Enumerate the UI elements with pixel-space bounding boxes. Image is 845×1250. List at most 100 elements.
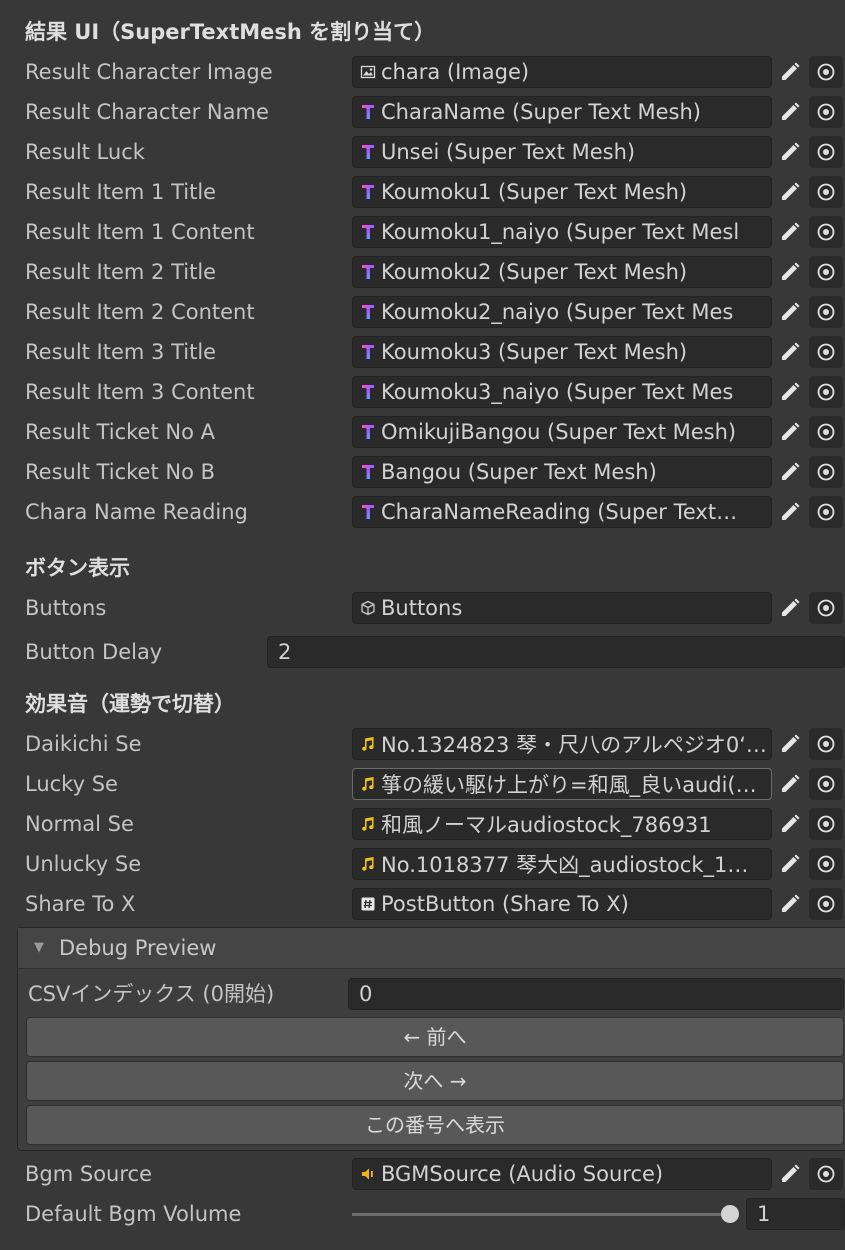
result-field-label: Result Luck (25, 140, 145, 164)
object-picker-icon[interactable] (809, 416, 843, 448)
result-field-object-field[interactable]: OmikujiBangou (Super Text Mesh) (352, 416, 772, 448)
result-field-object-name: OmikujiBangou (Super Text Mesh) (381, 420, 737, 444)
object-picker-icon[interactable] (809, 296, 843, 328)
object-picker-icon[interactable] (809, 768, 843, 800)
result-field-object-field[interactable]: chara (Image) (352, 56, 772, 88)
result-field-object-field[interactable]: Koumoku1_naiyo (Super Text Mesl (352, 216, 772, 248)
edit-icon[interactable] (774, 416, 806, 448)
result-field-object-field[interactable]: CharaNameReading (Super Text… (352, 496, 772, 528)
gameobject-icon (357, 593, 379, 623)
volume-slider-handle[interactable] (721, 1205, 739, 1223)
se-field-label: Normal Se (25, 812, 134, 836)
result-field-object-field[interactable]: Koumoku1 (Super Text Mesh) (352, 176, 772, 208)
audio-clip-icon (357, 769, 379, 799)
edit-icon[interactable] (774, 176, 806, 208)
buttons-object-field[interactable]: Buttons (352, 592, 772, 624)
edit-icon[interactable] (774, 96, 806, 128)
prev-button[interactable]: ← 前へ (26, 1017, 844, 1057)
super-text-mesh-icon (357, 177, 379, 207)
debug-preview-foldout[interactable]: ▼ Debug Preview (18, 928, 845, 969)
edit-icon[interactable] (774, 376, 806, 408)
result-field-object-field[interactable]: Bangou (Super Text Mesh) (352, 456, 772, 488)
edit-icon[interactable] (774, 256, 806, 288)
result-field-label: Result Item 1 Title (25, 180, 217, 204)
edit-icon[interactable] (774, 728, 806, 760)
edit-icon[interactable] (774, 848, 806, 880)
se-field-object-field[interactable]: 和風ノーマルaudiostock_786931 (352, 808, 772, 840)
next-button[interactable]: 次へ → (26, 1061, 844, 1101)
object-picker-icon[interactable] (809, 496, 843, 528)
object-picker-icon[interactable] (809, 592, 843, 624)
show-number-button[interactable]: この番号へ表示 (26, 1105, 844, 1145)
object-picker-icon[interactable] (809, 96, 843, 128)
object-picker-icon[interactable] (809, 848, 843, 880)
se-field-object-name: PostButton (Share To X) (381, 892, 629, 916)
audio-clip-icon (357, 809, 379, 839)
volume-slider-track[interactable] (352, 1213, 730, 1216)
object-picker-icon[interactable] (809, 728, 843, 760)
object-picker-icon[interactable] (809, 256, 843, 288)
object-picker-icon[interactable] (809, 808, 843, 840)
csv-index-input[interactable]: 0 (348, 978, 844, 1010)
volume-value-input[interactable]: 1 (746, 1198, 845, 1230)
se-field-object-name: 和風ノーマルaudiostock_786931 (381, 813, 712, 837)
result-field-object-field[interactable]: Koumoku2 (Super Text Mesh) (352, 256, 772, 288)
result-field-object-name: Koumoku1_naiyo (Super Text Mesl (381, 220, 740, 244)
result-field-row: Result Ticket No A OmikujiBangou (Super T… (0, 412, 845, 452)
result-field-label: Result Item 2 Title (25, 260, 217, 284)
super-text-mesh-icon (357, 97, 379, 127)
result-field-row: Result Item 2 Content Koumoku2_naiyo (Sup… (0, 292, 845, 332)
button-delay-input[interactable]: 2 (267, 636, 845, 668)
object-picker-icon[interactable] (809, 376, 843, 408)
result-field-object-field[interactable]: Koumoku2_naiyo (Super Text Mes (352, 296, 772, 328)
edit-icon[interactable] (774, 296, 806, 328)
result-field-row: Result Item 2 Title Koumoku2 (Super Text … (0, 252, 845, 292)
se-field-label: Unlucky Se (25, 852, 142, 876)
edit-icon[interactable] (774, 888, 806, 920)
se-field-object-field[interactable]: No.1018377 琴大凶_audiostock_1… (352, 848, 772, 880)
bgm-source-name: BGMSource (Audio Source) (381, 1162, 664, 1186)
debug-preview-title: Debug Preview (59, 936, 217, 960)
object-picker-icon[interactable] (809, 888, 843, 920)
super-text-mesh-icon (357, 137, 379, 167)
edit-icon[interactable] (774, 496, 806, 528)
object-picker-icon[interactable] (809, 136, 843, 168)
object-picker-icon[interactable] (809, 216, 843, 248)
script-icon (357, 889, 379, 919)
super-text-mesh-icon (357, 337, 379, 367)
edit-icon[interactable] (774, 1158, 806, 1190)
se-field-object-field[interactable]: 箏の緩い駆け上がり=和風_良いaudi(… (352, 768, 772, 800)
object-picker-icon[interactable] (809, 1158, 843, 1190)
image-icon (357, 57, 379, 87)
edit-icon[interactable] (774, 56, 806, 88)
result-field-object-field[interactable]: Koumoku3 (Super Text Mesh) (352, 336, 772, 368)
super-text-mesh-icon (357, 457, 379, 487)
bgm-source-label: Bgm Source (25, 1162, 152, 1186)
edit-icon[interactable] (774, 592, 806, 624)
edit-icon[interactable] (774, 808, 806, 840)
result-field-label: Result Character Image (25, 60, 273, 84)
object-picker-icon[interactable] (809, 176, 843, 208)
result-field-object-field[interactable]: Koumoku3_naiyo (Super Text Mes (352, 376, 772, 408)
se-field-label: Share To X (25, 892, 136, 916)
super-text-mesh-icon (357, 417, 379, 447)
edit-icon[interactable] (774, 136, 806, 168)
object-picker-icon[interactable] (809, 336, 843, 368)
result-field-object-field[interactable]: CharaName (Super Text Mesh) (352, 96, 772, 128)
audio-source-icon (357, 1159, 379, 1189)
se-field-object-field[interactable]: No.1324823 琴・尺八のアルペジオ0‘… (352, 728, 772, 760)
edit-icon[interactable] (774, 768, 806, 800)
bgm-source-field[interactable]: BGMSource (Audio Source) (352, 1158, 772, 1190)
object-picker-icon[interactable] (809, 456, 843, 488)
result-field-object-field[interactable]: Unsei (Super Text Mesh) (352, 136, 772, 168)
result-field-label: Result Item 2 Content (25, 300, 255, 324)
se-field-object-field[interactable]: PostButton (Share To X) (352, 888, 772, 920)
object-picker-icon[interactable] (809, 56, 843, 88)
result-field-row: Result Luck Unsei (Super Text Mesh) (0, 132, 845, 172)
se-field-object-name: 箏の緩い駆け上がり=和風_良いaudi(… (381, 773, 757, 797)
section-header-result-ui: 結果 UI（SuperTextMesh を割り当て） (25, 20, 436, 44)
edit-icon[interactable] (774, 456, 806, 488)
edit-icon[interactable] (774, 336, 806, 368)
edit-icon[interactable] (774, 216, 806, 248)
foldout-arrow-icon[interactable]: ▼ (34, 928, 44, 968)
